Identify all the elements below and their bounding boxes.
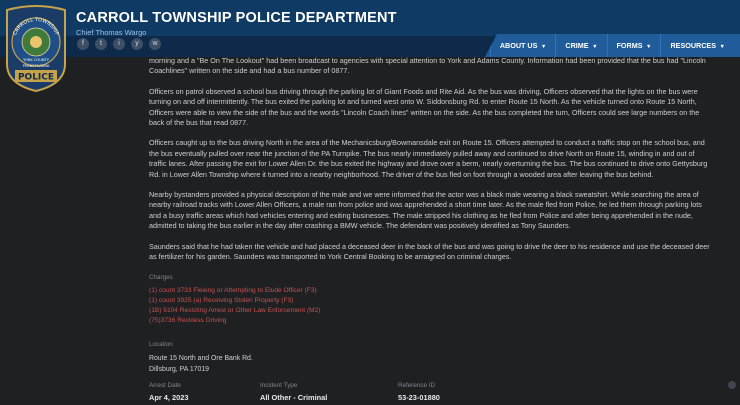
incident-type-value: All Other - Criminal <box>260 393 328 402</box>
nav-resources-label: RESOURCES <box>670 41 717 50</box>
youtube-icon[interactable]: y <box>131 38 143 50</box>
chevron-down-icon: ▼ <box>644 44 652 50</box>
nav-about-us[interactable]: ABOUT US ▼ <box>489 34 556 57</box>
twitter-icon[interactable]: t <box>95 38 107 50</box>
department-title[interactable]: CARROLL TOWNSHIP POLICE DEPARTMENT <box>76 10 397 26</box>
nav-crime[interactable]: CRIME ▼ <box>555 34 606 57</box>
article-paragraph: morning and a "Be On The Lookout" had be… <box>149 56 706 76</box>
article-paragraph: Saunders said that he had taken the vehi… <box>149 241 710 262</box>
nav-forms-label: FORMS <box>616 41 643 50</box>
arrest-date-label: Arrest Date <box>149 382 181 389</box>
location-line: Route 15 North and Ore Bank Rd. <box>149 355 253 363</box>
charge-item: (1B) 5104 Resisting Arrest or Other Law … <box>149 306 321 314</box>
article-paragraph: Officers caught up to the bus driving No… <box>149 138 708 179</box>
site-header: CARROLL TOWNSHIP POLICE DEPARTMENT Chief… <box>0 0 740 57</box>
scroll-up-icon[interactable] <box>728 381 736 389</box>
website-icon[interactable]: w <box>149 38 161 50</box>
article-paragraph: Officers on patrol observed a school bus… <box>149 86 700 128</box>
reference-id-value: 53-23-01880 <box>398 393 440 402</box>
badge-middle-text: YORK COUNTY <box>23 58 50 62</box>
incident-type-label: Incident Type <box>260 382 298 389</box>
nav-resources[interactable]: RESOURCES ▼ <box>660 34 734 57</box>
nav-home[interactable]: HOME <box>459 34 490 57</box>
police-badge-logo[interactable]: CARROLL TOWNSHIP YORK COUNTY PENNSYLVANI… <box>3 4 69 92</box>
facebook-icon[interactable]: f <box>77 38 89 50</box>
chevron-down-icon: ▼ <box>718 44 725 50</box>
badge-bottom-text: PENNSYLVANIA <box>23 64 50 68</box>
badge-banner-text: POLICE <box>18 73 54 83</box>
instagram-icon[interactable]: i <box>113 38 125 50</box>
chevron-down-icon: ▼ <box>539 44 547 50</box>
article-paragraph: Nearby bystanders provided a physical de… <box>149 190 702 231</box>
nav-crime-label: CRIME <box>565 41 589 50</box>
article-body: morning and a "Be On The Lookout" had be… <box>149 56 713 375</box>
chief-name: Chief Thomas Wargo <box>76 28 147 37</box>
brand: CARROLL TOWNSHIP POLICE DEPARTMENT Chief… <box>76 10 397 37</box>
nav-home-label: HOME <box>459 41 481 50</box>
charge-item: (1) count 3733 Fleeing or Attempting to … <box>149 286 317 294</box>
arrest-date-value: Apr 4, 2023 <box>149 393 189 402</box>
social-links: f t i y w <box>77 38 161 50</box>
charges-label: Charges <box>149 273 173 281</box>
main-nav: HOME ABOUT US ▼ CRIME ▼ FORMS ▼ RESOURCE… <box>485 34 740 57</box>
location-line: Dillsburg, PA 17019 <box>149 366 210 374</box>
charge-item: (1) count 3925 (a) Receiving Stolen Prop… <box>149 296 294 304</box>
nav-forms[interactable]: FORMS ▼ <box>606 34 661 57</box>
reference-id-label: Reference ID <box>398 382 436 389</box>
charge-item: (75)3736 Reckless Driving <box>149 316 227 324</box>
location-label: Location <box>149 340 173 348</box>
nav-about-us-label: ABOUT US <box>499 41 538 50</box>
chevron-down-icon: ▼ <box>590 44 598 50</box>
